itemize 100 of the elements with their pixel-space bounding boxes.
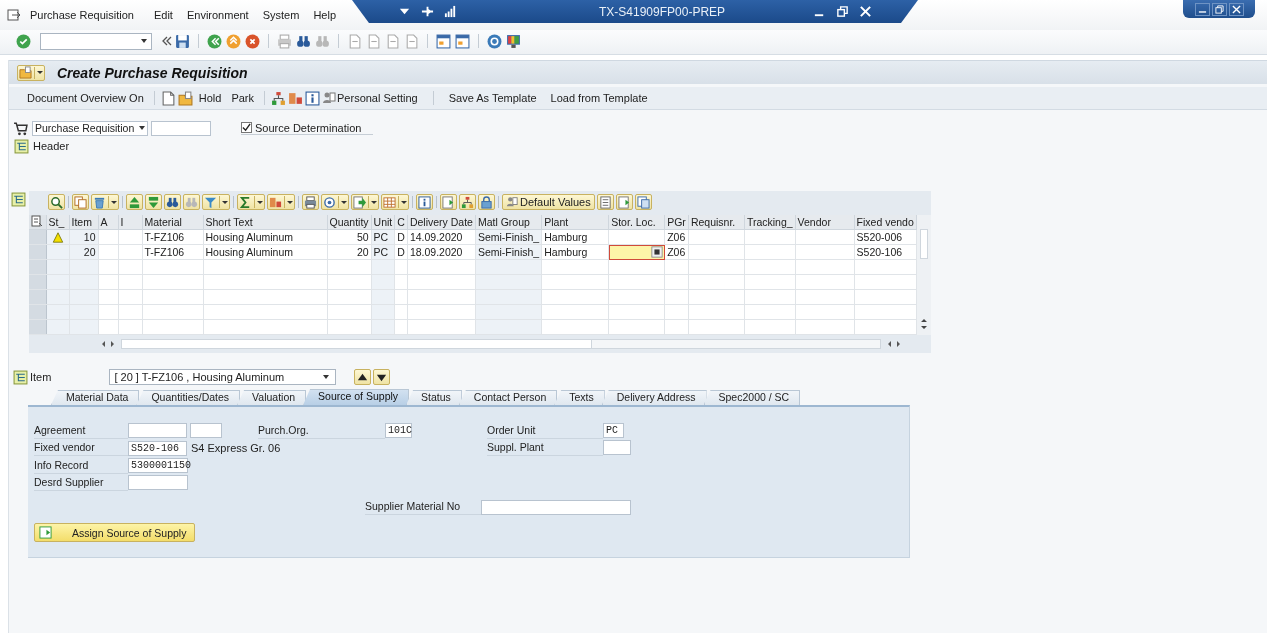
info-icon[interactable]	[416, 194, 433, 210]
column-header[interactable]: Plant	[541, 215, 609, 230]
help-icon[interactable]	[486, 32, 503, 50]
window-icon[interactable]	[454, 32, 471, 50]
back-icon[interactable]	[206, 32, 223, 50]
menu-icon[interactable]	[17, 64, 45, 81]
column-header[interactable]: I	[118, 215, 142, 230]
document-type-dropdown[interactable]: Purchase Requisition	[32, 120, 148, 136]
check-icon[interactable]	[15, 32, 32, 50]
input-field[interactable]	[128, 423, 187, 439]
cancel-icon[interactable]	[244, 32, 261, 50]
tab[interactable]: Status	[406, 390, 462, 405]
window-title: TX-S41909FP00-PREP	[599, 4, 726, 19]
toolbar-button[interactable]: Personal Setting	[321, 91, 423, 105]
menu-item[interactable]: Purchase Requisition	[30, 9, 134, 21]
column-header[interactable]: A	[98, 215, 118, 230]
input-field[interactable]	[128, 474, 188, 490]
tab[interactable]: Quantities/Dates	[136, 390, 241, 405]
column-header[interactable]: Fixed vendo	[854, 215, 917, 230]
menu-item[interactable]: Edit	[153, 9, 173, 21]
column-header[interactable]: Quantity	[327, 215, 372, 230]
close-icon[interactable]	[1228, 2, 1244, 16]
tab[interactable]: Material Data	[51, 390, 140, 405]
tab[interactable]: Valuation	[237, 390, 307, 405]
value-help-icon[interactable]	[651, 246, 664, 258]
hierarchy-icon[interactable]	[270, 89, 287, 107]
input-field[interactable]: S520-106	[128, 440, 187, 456]
exit-icon[interactable]	[225, 32, 242, 50]
printer-icon[interactable]	[302, 194, 319, 210]
magnifier-icon[interactable]	[48, 194, 65, 210]
input-field[interactable]	[603, 439, 631, 455]
window-icon[interactable]	[435, 32, 452, 50]
restore-icon[interactable]	[1211, 2, 1227, 16]
command-field[interactable]	[40, 32, 152, 50]
column-header[interactable]: Short Text	[203, 215, 327, 230]
column-header[interactable]: Tracking_	[744, 215, 796, 230]
scroll-thumb[interactable]	[919, 229, 928, 259]
sigma-icon[interactable]	[237, 194, 265, 210]
tab[interactable]: Delivery Address	[601, 390, 707, 405]
column-header[interactable]: Item	[69, 215, 98, 230]
toolbar-button[interactable]: Save As Template	[443, 92, 542, 104]
subtotal-icon[interactable]	[267, 194, 295, 210]
save-icon[interactable]	[174, 32, 191, 50]
column-header[interactable]: Requisnr.	[688, 215, 745, 230]
folder-icon[interactable]	[176, 89, 194, 107]
input-field[interactable]: 101C	[385, 423, 412, 439]
padlock-icon[interactable]	[478, 194, 495, 210]
header-label[interactable]: Header	[33, 140, 70, 152]
input-field[interactable]	[151, 120, 211, 136]
minimize-icon[interactable]	[1194, 2, 1210, 16]
column-header[interactable]: St_	[46, 215, 69, 230]
hierarchy-icon[interactable]	[459, 194, 476, 210]
filter-icon[interactable]	[202, 194, 230, 210]
input-field[interactable]	[481, 499, 631, 515]
expand-icon[interactable]	[10, 191, 27, 208]
tab[interactable]: Source of Supply	[303, 389, 410, 405]
export-icon[interactable]	[351, 194, 379, 210]
sort-down-icon[interactable]	[145, 194, 162, 210]
collapse-icon[interactable]	[162, 35, 172, 47]
document-icon[interactable]	[159, 89, 177, 107]
column-header[interactable]: Delivery Date	[407, 215, 476, 230]
toolbar-button[interactable]: Park	[226, 92, 259, 104]
tab[interactable]: Spec2000 / SC	[703, 390, 801, 405]
menu-item[interactable]: Environment	[186, 9, 249, 21]
input-field[interactable]	[190, 423, 222, 439]
checkbox[interactable]	[241, 122, 252, 133]
default-values-button[interactable]: Default Values	[502, 194, 595, 210]
input-field[interactable]: PC	[603, 423, 624, 439]
column-settings-icon[interactable]	[31, 215, 43, 227]
tab[interactable]: Texts	[554, 390, 605, 405]
cart-icon[interactable]	[12, 119, 29, 137]
menu-item[interactable]: Help	[313, 9, 336, 21]
tab[interactable]: Contact Person	[458, 390, 558, 405]
binoculars-icon[interactable]	[164, 194, 181, 210]
info-icon[interactable]	[304, 89, 321, 107]
expand-icon[interactable]	[12, 368, 29, 386]
scroll-arrows-icon[interactable]	[919, 317, 928, 331]
view-icon[interactable]	[321, 194, 349, 210]
toolbar-button[interactable]: Load from Template	[545, 92, 653, 104]
column-header[interactable]: Unit	[371, 215, 395, 230]
menu-item[interactable]: System	[262, 9, 300, 21]
copy-icon[interactable]	[72, 194, 89, 210]
trash-icon[interactable]	[91, 194, 119, 210]
scroll-thumb[interactable]	[122, 340, 592, 348]
toolbar-button[interactable]: Hold	[193, 92, 227, 104]
column-header[interactable]: Vendor	[795, 215, 855, 230]
toolbar-button[interactable]: Document Overview On	[22, 92, 149, 104]
column-header[interactable]: Stor. Loc.	[608, 215, 665, 230]
item-dropdown[interactable]: [ 20 ] T-FZ106 , Housing Aluminum	[109, 369, 337, 385]
table-icon[interactable]	[381, 194, 409, 210]
sap-menu-icon[interactable]	[7, 8, 21, 22]
sort-up-icon[interactable]	[126, 194, 143, 210]
copy-icon[interactable]	[634, 194, 652, 210]
list-icon[interactable]	[596, 194, 614, 210]
column-header[interactable]: Material	[142, 215, 203, 230]
column-header[interactable]: PGr	[664, 215, 689, 230]
assign-source-button[interactable]: Assign Source of Supply	[34, 523, 195, 542]
column-header[interactable]: Matl Group	[475, 215, 542, 230]
expand-icon[interactable]	[13, 137, 30, 155]
monitor-icon[interactable]	[505, 32, 522, 50]
